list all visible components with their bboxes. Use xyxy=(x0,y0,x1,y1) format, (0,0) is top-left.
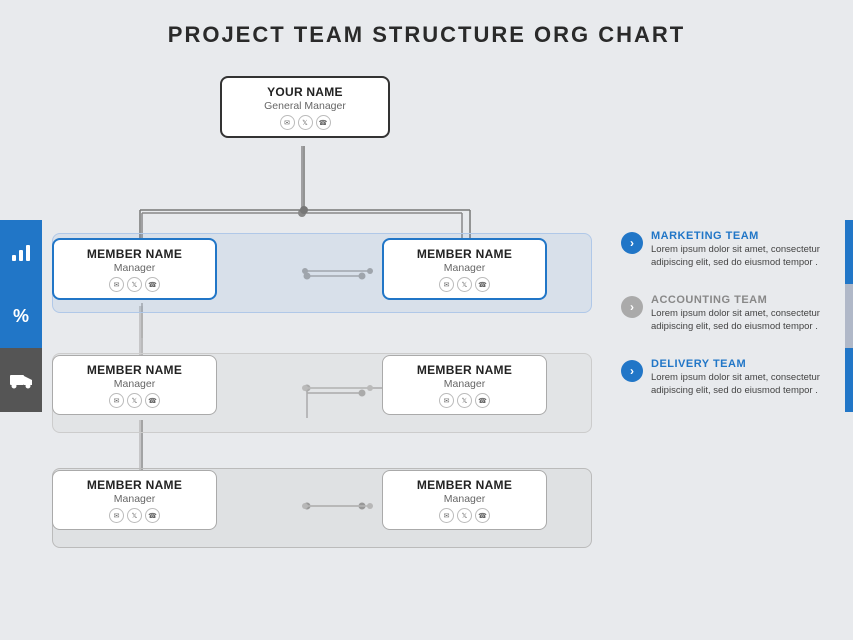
info-panels: › MARKETING TEAM Lorem ipsum dolor sit a… xyxy=(611,220,841,412)
page-title: PROJECT TEAM STRUCTURE ORG CHART xyxy=(0,0,853,58)
phone-icon: ☎ xyxy=(475,393,490,408)
top-node-name: YOUR NAME xyxy=(234,85,376,99)
row3-left-role: Manager xyxy=(65,493,204,505)
right-bar-dark xyxy=(845,348,853,412)
row2-right-node: MEMBER NAME Manager ✉ 𝕏 ☎ xyxy=(382,355,547,415)
right-bar-blue xyxy=(845,220,853,284)
chevron-icon-marketing: › xyxy=(621,232,643,254)
email-icon: ✉ xyxy=(439,393,454,408)
marketing-info-text: MARKETING TEAM Lorem ipsum dolor sit ame… xyxy=(651,230,835,270)
accounting-team-name: ACCOUNTING TEAM xyxy=(651,294,835,306)
row1-left-role: Manager xyxy=(66,262,203,274)
row1-right-icons: ✉ 𝕏 ☎ xyxy=(396,277,533,292)
twitter-icon: 𝕏 xyxy=(127,393,142,408)
email-icon: ✉ xyxy=(439,277,454,292)
twitter-icon: 𝕏 xyxy=(127,277,142,292)
right-bar-light xyxy=(845,284,853,348)
twitter-icon: 𝕏 xyxy=(457,277,472,292)
row3-left-icons: ✉ 𝕏 ☎ xyxy=(65,508,204,523)
phone-icon: ☎ xyxy=(475,277,490,292)
row3-right-node: MEMBER NAME Manager ✉ 𝕏 ☎ xyxy=(382,470,547,530)
top-node: YOUR NAME General Manager ✉ 𝕏 ☎ xyxy=(220,76,390,138)
info-panel-marketing: › MARKETING TEAM Lorem ipsum dolor sit a… xyxy=(611,220,841,284)
phone-icon: ☎ xyxy=(145,508,160,523)
phone-icon: ☎ xyxy=(145,393,160,408)
row2-left-node: MEMBER NAME Manager ✉ 𝕏 ☎ xyxy=(52,355,217,415)
row2-left-icons: ✉ 𝕏 ☎ xyxy=(65,393,204,408)
delivery-info-text: DELIVERY TEAM Lorem ipsum dolor sit amet… xyxy=(651,358,835,398)
email-icon: ✉ xyxy=(280,115,295,130)
row3-right-role: Manager xyxy=(395,493,534,505)
sidebar-icon-percent: % xyxy=(0,284,42,348)
delivery-team-name: DELIVERY TEAM xyxy=(651,358,835,370)
info-panel-accounting: › ACCOUNTING TEAM Lorem ipsum dolor sit … xyxy=(611,284,841,348)
top-node-icons: ✉ 𝕏 ☎ xyxy=(234,115,376,130)
row2-right-icons: ✉ 𝕏 ☎ xyxy=(395,393,534,408)
right-sidebar xyxy=(845,220,853,412)
row1-left-node: MEMBER NAME Manager ✉ 𝕏 ☎ xyxy=(52,238,217,300)
phone-icon: ☎ xyxy=(475,508,490,523)
email-icon: ✉ xyxy=(109,277,124,292)
sidebar-icon-delivery xyxy=(0,348,42,412)
twitter-icon: 𝕏 xyxy=(457,508,472,523)
row1-right-role: Manager xyxy=(396,262,533,274)
twitter-icon: 𝕏 xyxy=(457,393,472,408)
row1-left-icons: ✉ 𝕏 ☎ xyxy=(66,277,203,292)
row2-left-role: Manager xyxy=(65,378,204,390)
twitter-icon: 𝕏 xyxy=(298,115,313,130)
twitter-icon: 𝕏 xyxy=(127,508,142,523)
org-chart: YOUR NAME General Manager ✉ 𝕏 ☎ MEMBER N… xyxy=(42,58,607,598)
row2-right-role: Manager xyxy=(395,378,534,390)
phone-icon: ☎ xyxy=(316,115,331,130)
email-icon: ✉ xyxy=(109,508,124,523)
accounting-desc: Lorem ipsum dolor sit amet, consectetur … xyxy=(651,307,835,334)
delivery-desc: Lorem ipsum dolor sit amet, consectetur … xyxy=(651,371,835,398)
row1-right-node: MEMBER NAME Manager ✉ 𝕏 ☎ xyxy=(382,238,547,300)
chevron-icon-accounting: › xyxy=(621,296,643,318)
marketing-desc: Lorem ipsum dolor sit amet, consectetur … xyxy=(651,243,835,270)
row3-left-node: MEMBER NAME Manager ✉ 𝕏 ☎ xyxy=(52,470,217,530)
top-node-role: General Manager xyxy=(234,100,376,112)
marketing-team-name: MARKETING TEAM xyxy=(651,230,835,242)
email-icon: ✉ xyxy=(439,508,454,523)
left-sidebar: % xyxy=(0,220,42,412)
row3-right-icons: ✉ 𝕏 ☎ xyxy=(395,508,534,523)
phone-icon: ☎ xyxy=(145,277,160,292)
email-icon: ✉ xyxy=(109,393,124,408)
accounting-info-text: ACCOUNTING TEAM Lorem ipsum dolor sit am… xyxy=(651,294,835,334)
chevron-icon-delivery: › xyxy=(621,360,643,382)
info-panel-delivery: › DELIVERY TEAM Lorem ipsum dolor sit am… xyxy=(611,348,841,412)
sidebar-icon-chart xyxy=(0,220,42,284)
